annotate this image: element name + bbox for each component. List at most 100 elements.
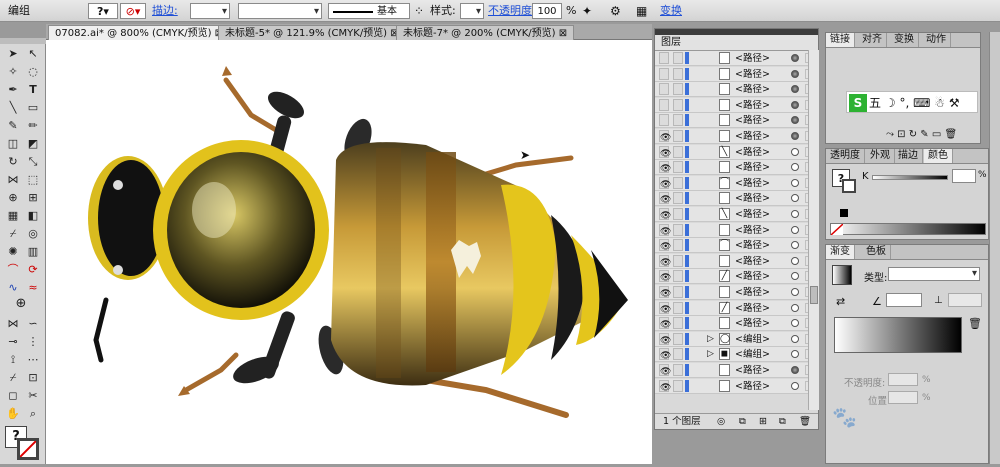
layer-row[interactable]: <路径>	[655, 97, 818, 113]
layer-row[interactable]: 👁 <路径>	[655, 285, 818, 300]
gradient-opacity-input[interactable]	[888, 373, 918, 386]
layer-row[interactable]: <路径>	[655, 51, 818, 66]
target-icon[interactable]	[791, 194, 799, 203]
gradient-slider[interactable]	[834, 317, 962, 353]
eraser-icon[interactable]: ◩	[24, 137, 42, 151]
lock-toggle[interactable]	[673, 52, 683, 64]
visibility-toggle[interactable]: 👁	[659, 223, 671, 237]
new-sublayer-icon[interactable]: ⊞	[759, 414, 767, 430]
wrinkle-icon[interactable]: ⋯	[24, 353, 42, 367]
bee-illustration[interactable]	[46, 40, 652, 464]
visibility-toggle[interactable]: 👁	[659, 379, 671, 393]
new-layer-icon[interactable]: ⧉	[779, 414, 786, 430]
layer-row[interactable]: 👁 ⌒ <路径>	[655, 175, 818, 191]
rotate-icon[interactable]: ↻	[4, 155, 22, 169]
target-icon[interactable]	[791, 241, 799, 250]
layer-row[interactable]: 👁 ╲ <路径>	[655, 207, 818, 222]
lock-toggle[interactable]	[673, 364, 683, 376]
tab-links[interactable]: 链接	[826, 33, 855, 47]
opacity-input[interactable]: 100	[532, 3, 562, 19]
lock-toggle[interactable]	[673, 83, 683, 96]
keyboard-icon[interactable]: ⌨	[913, 96, 930, 110]
layer-row[interactable]: 👁 <路径>	[655, 222, 818, 238]
layer-row[interactable]: 👁 ▷ ◯ <编组>	[655, 331, 818, 347]
gradient-preview-swatch[interactable]	[832, 265, 852, 285]
eyedropper-icon[interactable]: ⌿	[4, 227, 22, 241]
color-stroke-icon[interactable]	[842, 179, 856, 193]
visibility-toggle[interactable]: 👁	[659, 208, 671, 221]
layers-scrollbar[interactable]	[808, 50, 819, 410]
visibility-toggle[interactable]: 👁	[659, 130, 671, 143]
free-transform-icon[interactable]: ⬚	[24, 173, 42, 187]
crosshair-icon[interactable]: ⊕	[12, 297, 30, 311]
layer-row[interactable]: 👁 <路径>	[655, 160, 818, 176]
layer-row[interactable]: 👁 <路径>	[655, 191, 818, 207]
lock-toggle[interactable]	[673, 379, 683, 392]
warp-icon[interactable]: ⋈	[4, 317, 22, 331]
pen-tool-icon[interactable]: ✒	[4, 83, 22, 97]
links-panel-buttons[interactable]: ⤳ ⊡ ↻ ✎ ▭ 🗑	[886, 129, 957, 140]
tab-07082[interactable]: 07082.ai* @ 800% (CMYK/预览) ⊠	[48, 25, 231, 40]
layer-row[interactable]: 👁 <路径>	[655, 129, 818, 144]
target-icon[interactable]	[791, 69, 799, 78]
tab-appearance[interactable]: 外观	[866, 149, 895, 163]
isolate-icon[interactable]: ⚙	[610, 3, 621, 19]
visibility-toggle[interactable]: 👁	[659, 332, 671, 346]
visibility-toggle[interactable]	[659, 83, 669, 96]
target-icon[interactable]	[791, 381, 799, 390]
target-icon[interactable]	[791, 256, 799, 265]
target-icon[interactable]	[791, 54, 799, 62]
target-icon[interactable]	[791, 116, 799, 125]
visibility-toggle[interactable]: 👁	[659, 364, 671, 377]
target-icon[interactable]	[791, 163, 799, 172]
tab-color[interactable]: 颜色	[924, 149, 953, 163]
hand-tool-icon[interactable]: ✋	[4, 407, 22, 421]
slice-select-icon[interactable]: ✂	[24, 389, 42, 403]
wrench-icon[interactable]: ⚒	[949, 96, 960, 110]
crystallize-icon[interactable]: ⟟	[4, 353, 22, 367]
lock-toggle[interactable]	[673, 145, 683, 158]
stroke-link[interactable]: 描边:	[152, 3, 178, 19]
lock-toggle[interactable]	[673, 192, 683, 205]
type-tool-icon[interactable]: T	[24, 83, 42, 97]
delete-layer-icon[interactable]: 🗑	[799, 414, 811, 430]
target-icon[interactable]	[791, 303, 799, 312]
transform-link[interactable]: 变换	[660, 3, 682, 19]
pucker-icon[interactable]: ⊸	[4, 335, 22, 349]
smooth-icon[interactable]: ≈	[24, 281, 42, 295]
artboard-tool-icon[interactable]: ◻	[4, 389, 22, 403]
graphic-style-swatch[interactable]	[460, 3, 484, 20]
visibility-toggle[interactable]: 👁	[659, 270, 671, 283]
layer-row[interactable]: <路径>	[655, 113, 818, 129]
layer-row[interactable]: <路径>	[655, 82, 818, 98]
layers-panel-title[interactable]: 图层	[655, 35, 818, 51]
visibility-toggle[interactable]	[659, 67, 669, 80]
layers-scroll-thumb[interactable]	[810, 286, 818, 304]
tab-stroke[interactable]: 描边	[894, 149, 923, 163]
scale-icon[interactable]: ⤡	[24, 155, 42, 169]
symbol-sprayer-icon[interactable]: ✺	[4, 245, 22, 259]
tab-transparency[interactable]: 透明度	[826, 149, 865, 163]
lock-toggle[interactable]	[673, 239, 683, 252]
target-icon[interactable]	[791, 85, 799, 94]
target-icon[interactable]	[791, 350, 799, 359]
layer-row[interactable]: 👁 <路径>	[655, 253, 818, 269]
align-icon[interactable]: ▦	[636, 3, 647, 19]
blend-icon[interactable]: ◎	[24, 227, 42, 241]
lock-toggle[interactable]	[673, 67, 683, 80]
moon-icon[interactable]: ☽	[885, 96, 896, 110]
k-value-input[interactable]	[952, 169, 976, 183]
width-tool-icon[interactable]: ⋈	[4, 173, 22, 187]
lock-toggle[interactable]	[673, 348, 683, 361]
lock-toggle[interactable]	[673, 208, 683, 220]
target-icon[interactable]	[791, 288, 799, 296]
gradient-type-dropdown[interactable]	[888, 267, 980, 281]
visibility-toggle[interactable]	[659, 52, 669, 64]
target-icon[interactable]	[791, 147, 799, 156]
target-icon[interactable]	[791, 319, 799, 328]
magic-wand-icon[interactable]: ✧	[4, 65, 22, 79]
gradient-position-input[interactable]	[888, 391, 918, 404]
layer-row[interactable]: 👁 ▷ ◼ <编组>	[655, 347, 818, 363]
skin-icon[interactable]: ☃	[934, 96, 945, 110]
target-icon[interactable]	[791, 100, 799, 109]
